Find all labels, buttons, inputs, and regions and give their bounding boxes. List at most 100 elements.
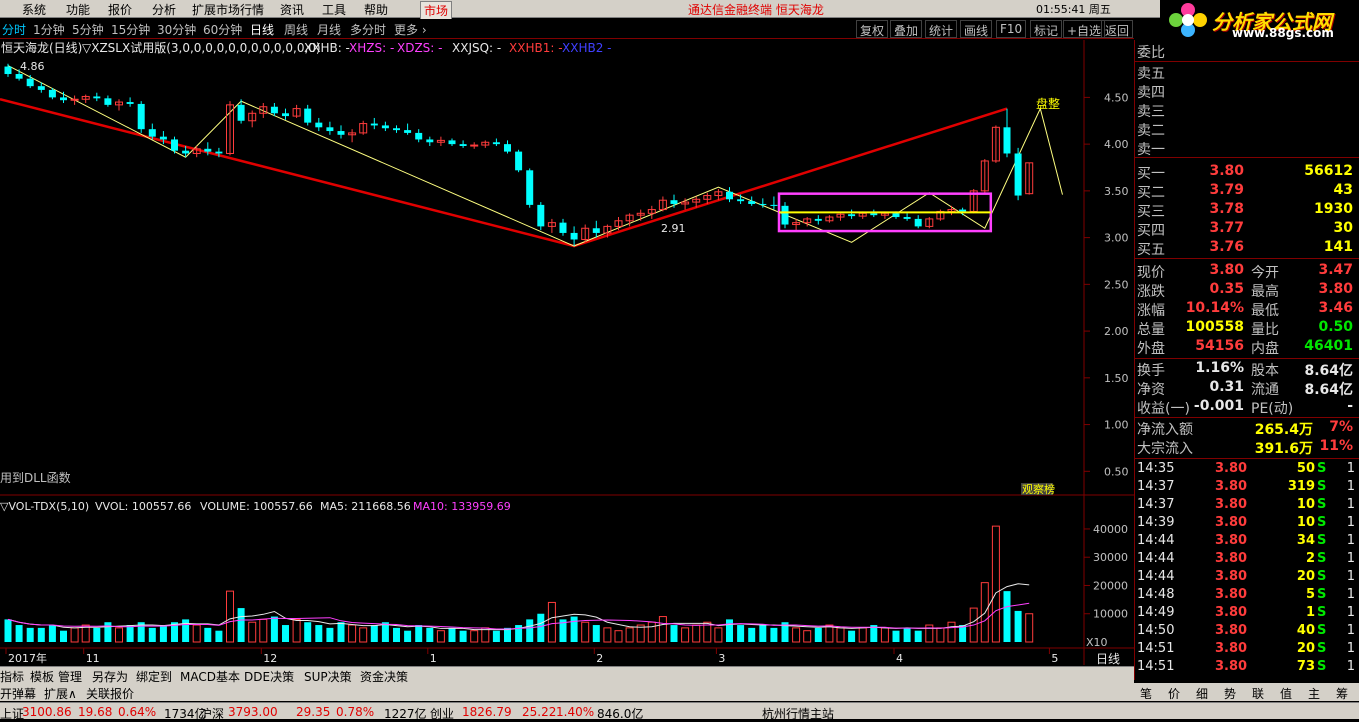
volume-bar xyxy=(570,616,578,642)
tick-price: 3.80 xyxy=(1215,569,1248,584)
detail-tab[interactable]: 势 xyxy=(1224,685,1236,702)
volume-bar xyxy=(26,627,34,642)
extension-tab[interactable]: 开弹幕 xyxy=(0,685,36,702)
vol-header-name[interactable]: ▽VOL-TDX(5,10) xyxy=(0,500,89,513)
buy-row-4[interactable]: 买四 3.77 30 xyxy=(1137,220,1357,239)
menu-analysis[interactable]: 分析 xyxy=(152,1,176,18)
date-label: 5 xyxy=(1051,652,1058,665)
period-tab-more[interactable]: 更多 › xyxy=(394,21,427,38)
date-label: 12 xyxy=(263,652,277,665)
tick-side: S xyxy=(1317,497,1327,512)
stat-value: 3.80 xyxy=(1318,281,1353,297)
detail-tab[interactable]: 值 xyxy=(1280,685,1292,702)
tick-count: 1 xyxy=(1346,641,1355,656)
detail-tab[interactable]: 筹 xyxy=(1336,685,1348,702)
detail-tab[interactable]: 笔 xyxy=(1140,685,1152,702)
tick-volume: 73 xyxy=(1296,659,1315,674)
extension-tab[interactable]: 扩展∧ xyxy=(44,685,77,702)
tick-count: 1 xyxy=(1346,533,1355,548)
volume-bar xyxy=(215,630,223,642)
menu-system[interactable]: 系统 xyxy=(22,1,46,18)
f10-button[interactable]: F10 xyxy=(996,20,1027,38)
period-tab-1min[interactable]: 1分钟 xyxy=(33,21,65,38)
chart-formula-name[interactable]: ▽XZSLX试用版(3,0,0,0,0,0,0,0,0,0,0,0,0) xyxy=(82,40,321,55)
period-tab-multi[interactable]: 多分时 xyxy=(350,21,386,38)
vol-unit-label: X10 xyxy=(1086,636,1108,649)
menu-quote[interactable]: 报价 xyxy=(108,1,132,18)
tick-count: 1 xyxy=(1346,659,1355,674)
market-button[interactable]: 市场 xyxy=(420,1,453,20)
tick-volume: 10 xyxy=(1296,515,1315,530)
menu-function[interactable]: 功能 xyxy=(66,1,90,18)
period-tab-timeshare[interactable]: 分时 xyxy=(2,21,26,38)
indicator-xdzs: XDZS: - xyxy=(397,41,443,55)
menu-tools[interactable]: 工具 xyxy=(322,1,346,18)
indicator-toolbar: 指标 模板 管理 另存为 绑定到 MACD基本 DDE决策 SUP决策 资金决策 xyxy=(0,666,1134,684)
draw-line-button[interactable]: 画线 xyxy=(960,20,993,38)
period-tab-30min[interactable]: 30分钟 xyxy=(157,21,196,38)
menu-bar: 系统 功能 报价 分析 扩展市场行情 资讯 工具 帮助 市场 通达信金融终端 恒… xyxy=(0,0,1359,20)
tick-time: 14:39 xyxy=(1137,515,1175,530)
kline-chart-area[interactable]: 4.50 4.00 3.50 3.00 2.50 2.00 1.50 1.00 0.50 400… xyxy=(0,40,1134,666)
volume-bar xyxy=(182,619,190,642)
period-tab-monthly[interactable]: 月线 xyxy=(317,21,341,38)
restore-rights-button[interactable]: 复权 xyxy=(856,20,889,38)
detail-tab[interactable]: 联 xyxy=(1252,685,1264,702)
sell-row-3[interactable]: 卖三 xyxy=(1137,101,1357,120)
flower-logo-icon xyxy=(1169,3,1207,37)
candle xyxy=(1014,147,1022,201)
buy-row-3[interactable]: 买三 3.78 1930 xyxy=(1137,201,1357,220)
tick-row: 14:51 3.80 20 S 1 xyxy=(1137,641,1357,659)
volume-bar xyxy=(270,616,278,642)
volume-bar xyxy=(737,625,745,642)
buy-row-2[interactable]: 买二 3.79 43 xyxy=(1137,182,1357,201)
mark-button[interactable]: 标记 xyxy=(1030,20,1063,38)
tick-time: 14:44 xyxy=(1137,569,1175,584)
period-tab-daily[interactable]: 日线 xyxy=(250,21,274,38)
sell-row-4[interactable]: 卖四 xyxy=(1137,82,1357,101)
menu-news[interactable]: 资讯 xyxy=(280,1,304,18)
period-tab-15min[interactable]: 15分钟 xyxy=(111,21,150,38)
volume-bar xyxy=(726,619,733,642)
period-tab-60min[interactable]: 60分钟 xyxy=(203,21,242,38)
back-button[interactable]: 返回 xyxy=(1101,20,1134,38)
detail-tab[interactable]: 价 xyxy=(1168,685,1180,702)
sell-row-5[interactable]: 卖五 xyxy=(1137,63,1357,82)
add-watchlist-button[interactable]: +自选 xyxy=(1063,20,1106,38)
sell-row-2[interactable]: 卖二 xyxy=(1137,120,1357,139)
volume-bar xyxy=(770,627,778,642)
buy-row-5[interactable]: 买五 3.76 141 xyxy=(1137,239,1357,258)
stat-row: 换手 1.16% 股本 8.64亿 xyxy=(1137,360,1357,379)
buy-label: 买五 xyxy=(1137,242,1165,258)
sell-row-1[interactable]: 卖一 xyxy=(1137,139,1357,158)
kline-chart[interactable]: 4.50 4.00 3.50 3.00 2.50 2.00 1.50 1.00 0.50 400… xyxy=(0,40,1134,666)
volume-bar xyxy=(337,622,345,642)
stat-label: 涨跌 xyxy=(1137,284,1165,300)
stat-value: 3.46 xyxy=(1318,300,1353,316)
volume-bar xyxy=(37,627,45,642)
tick-time: 14:49 xyxy=(1137,605,1175,620)
extension-toolbar: 开弹幕 扩展∧ 关联报价 xyxy=(0,683,1134,701)
detail-tab[interactable]: 细 xyxy=(1196,685,1208,702)
price-axis-label: 4.50 xyxy=(1104,91,1129,104)
tick-price: 3.80 xyxy=(1215,551,1248,566)
menu-ext-market[interactable]: 扩展市场行情 xyxy=(192,1,264,18)
menu-help[interactable]: 帮助 xyxy=(364,1,388,18)
volume-bar xyxy=(159,625,167,642)
volume-bar xyxy=(814,627,822,642)
detail-tab[interactable]: 主 xyxy=(1308,685,1320,702)
extension-tab[interactable]: 关联报价 xyxy=(86,685,134,702)
overlay-button[interactable]: 叠加 xyxy=(890,20,923,38)
period-label: 日线 xyxy=(1096,652,1120,665)
period-tab-weekly[interactable]: 周线 xyxy=(284,21,308,38)
stats-button[interactable]: 统计 xyxy=(925,20,958,38)
volume-bar xyxy=(592,625,600,642)
tick-count: 1 xyxy=(1346,587,1355,602)
buy-row-1[interactable]: 买一 3.80 56612 xyxy=(1137,163,1357,182)
stat-value: - xyxy=(1347,398,1353,414)
candle xyxy=(137,101,145,133)
status-bar: 上证 3100.86 19.68 0.64% 1734亿 沪深 3793.00 29.35 0.… xyxy=(0,702,1359,721)
period-toolbar: 分时 1分钟 5分钟 15分钟 30分钟 60分钟 日线 周线 月线 多分时 更… xyxy=(0,19,1134,39)
period-tab-5min[interactable]: 5分钟 xyxy=(72,21,104,38)
watch-list-label: 观察榜 xyxy=(1022,482,1055,496)
